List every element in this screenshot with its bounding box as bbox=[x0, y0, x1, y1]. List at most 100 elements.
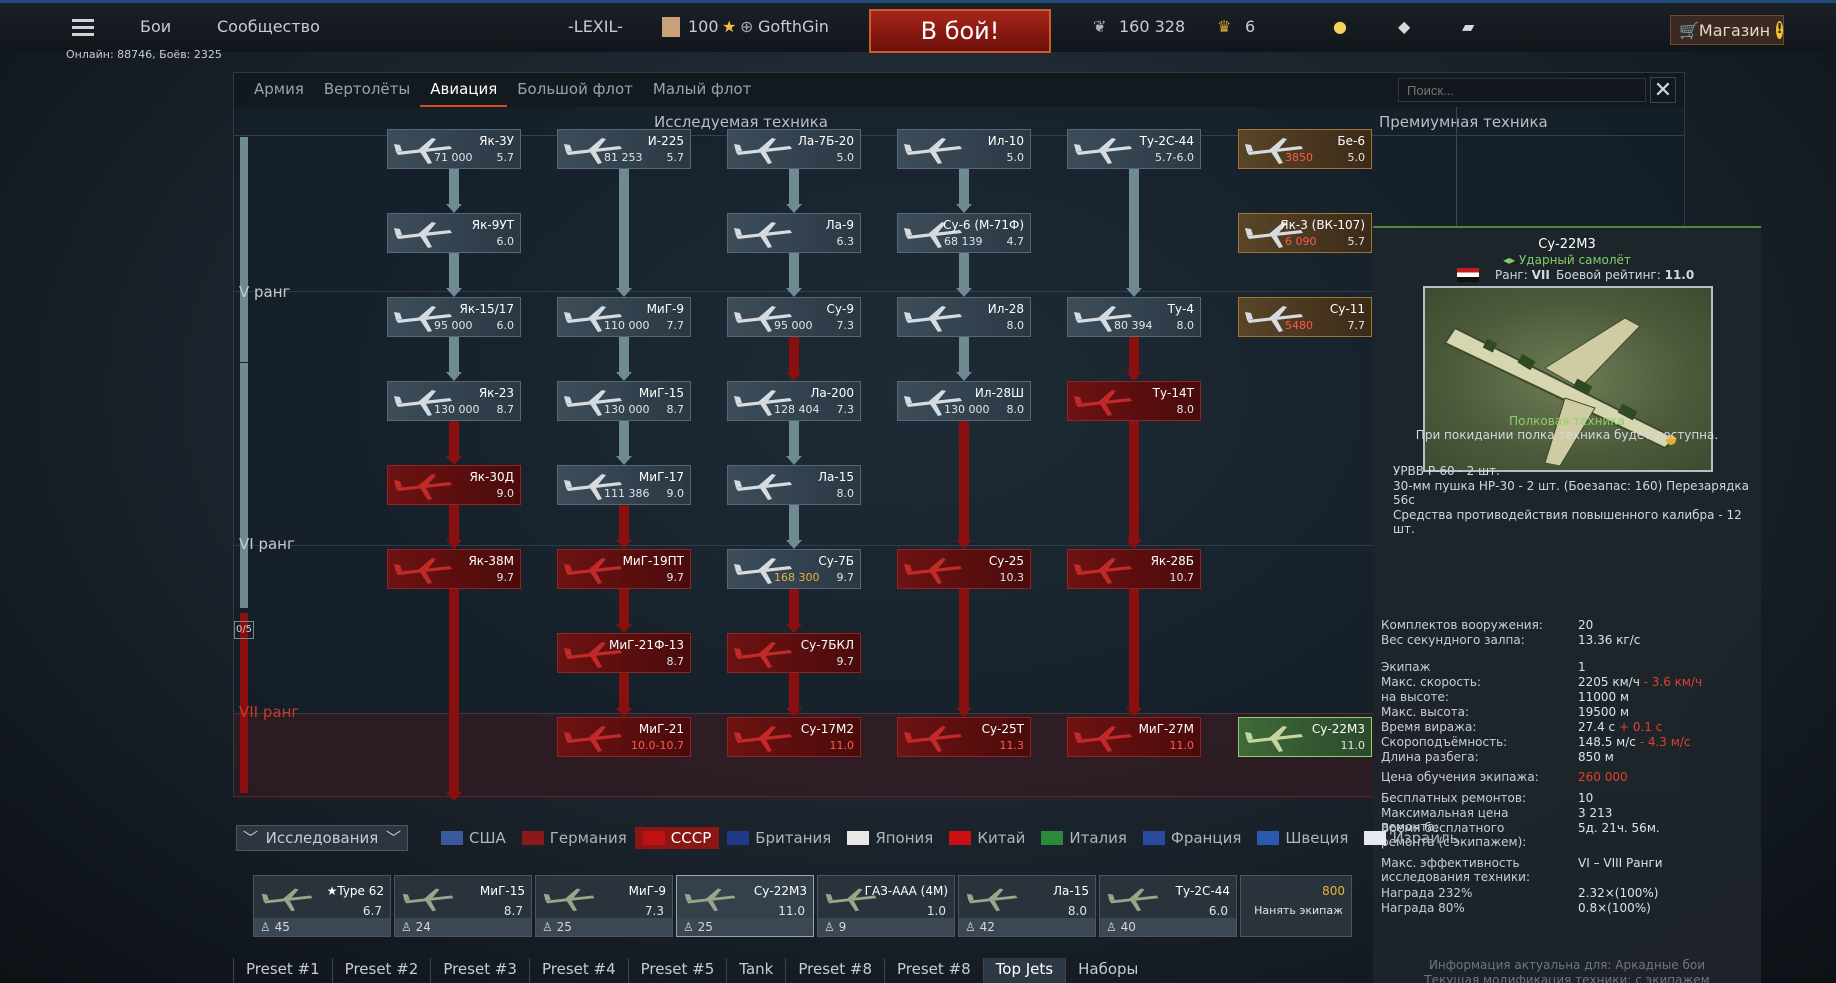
preset-tab[interactable]: Preset #1 bbox=[233, 958, 332, 983]
vehicle-card-il10[interactable]: Ил-10 5.0 bbox=[897, 129, 1031, 169]
avatar[interactable] bbox=[662, 17, 680, 37]
vehicle-card-mig21f13[interactable]: МиГ-21Ф-13 8.7 bbox=[557, 633, 691, 673]
vehicle-card-mig15[interactable]: МиГ-15 130 000 8.7 bbox=[557, 381, 691, 421]
aircraft-icon bbox=[904, 726, 962, 752]
research-toggle-button[interactable]: ﹀ Исследования ﹀ bbox=[236, 825, 408, 851]
hire-crew-slot[interactable]: 800 Нанять экипаж bbox=[1240, 875, 1352, 937]
nation-tab[interactable]: Китай bbox=[941, 827, 1033, 849]
vehicle-card-su9[interactable]: Су-9 95 000 7.3 bbox=[727, 297, 861, 337]
vehicle-card-mig27m[interactable]: МиГ-27М 11.0 bbox=[1067, 717, 1201, 757]
crew-slot[interactable]: Ту-2С-44 6.0 ♙ 40 bbox=[1099, 875, 1237, 937]
diamond-icon[interactable]: ◆ bbox=[1398, 17, 1410, 36]
tab-coastal-fleet[interactable]: Малый флот bbox=[643, 73, 761, 107]
rank-label-vi: VI ранг bbox=[239, 535, 295, 553]
vehicle-card-yak28b[interactable]: Як-28Б 10.7 bbox=[1067, 549, 1201, 589]
nation-tab[interactable]: Франция bbox=[1135, 827, 1249, 849]
shop-button[interactable]: 🛒 Магазин ! bbox=[1670, 15, 1784, 45]
vehicle-card-la200[interactable]: Ла-200 128 404 7.3 bbox=[727, 381, 861, 421]
preset-tab[interactable]: Preset #4 bbox=[528, 958, 628, 983]
to-battle-button[interactable]: В бой! bbox=[869, 9, 1051, 53]
crew-slot[interactable]: Су-22М3 11.0 ♙ 25 bbox=[676, 875, 814, 937]
nation-tab[interactable]: Израиль bbox=[1356, 827, 1466, 849]
hamburger-icon[interactable] bbox=[72, 19, 94, 37]
vehicle-name: Як-9УТ bbox=[471, 218, 514, 232]
aircraft-icon bbox=[1245, 726, 1303, 752]
research-points: 80 394 bbox=[1114, 319, 1153, 332]
vehicle-card-yak3vk[interactable]: Як-3 (ВК-107) 6 090 5.7 bbox=[1238, 213, 1372, 253]
stat-label: Длина разбега: bbox=[1381, 750, 1479, 764]
vehicle-card-mig21[interactable]: МиГ-21 10.0-10.7 bbox=[557, 717, 691, 757]
tab-bluewater-fleet[interactable]: Большой флот bbox=[507, 73, 643, 107]
nation-tab[interactable]: Британия bbox=[719, 827, 839, 849]
vehicle-card-i225[interactable]: И-225 81 253 5.7 bbox=[557, 129, 691, 169]
nation-tab[interactable]: США bbox=[433, 827, 514, 849]
preset-tab[interactable]: Preset #8 bbox=[884, 958, 983, 983]
tab-army[interactable]: Армия bbox=[244, 73, 314, 107]
tab-helicopters[interactable]: Вертолёты bbox=[314, 73, 420, 107]
vehicle-card-su6[interactable]: Су-6 (М-71Ф) 68 139 4.7 bbox=[897, 213, 1031, 253]
crew-slot[interactable]: ★Type 62 6.7 ♙ 45 bbox=[253, 875, 391, 937]
preset-tab[interactable]: Preset #2 bbox=[331, 958, 431, 983]
vehicle-card-mig9[interactable]: МиГ-9 110 000 7.7 bbox=[557, 297, 691, 337]
vehicle-card-su17m2[interactable]: Су-17М2 11.0 bbox=[727, 717, 861, 757]
battles-menu[interactable]: Бои bbox=[140, 17, 171, 36]
nation-label: СССР bbox=[670, 829, 712, 847]
vehicle-card-mig17[interactable]: МиГ-17 111 386 9.0 bbox=[557, 465, 691, 505]
vehicle-card-yak9ut[interactable]: Як-9УТ 6.0 bbox=[387, 213, 521, 253]
vehicle-card-su22m3[interactable]: Су-22М3 11.0 bbox=[1238, 717, 1372, 757]
vehicle-card-yak3u[interactable]: Як-3У 71 000 5.7 bbox=[387, 129, 521, 169]
nation-tab[interactable]: Швеция bbox=[1249, 827, 1356, 849]
tree-arrow-icon bbox=[956, 204, 972, 213]
vehicle-card-su11[interactable]: Су-11 5480 7.7 bbox=[1238, 297, 1372, 337]
crew-icon: ♙ bbox=[401, 920, 416, 934]
close-icon[interactable]: ✕ bbox=[1650, 77, 1676, 103]
crew-slot[interactable]: ГАЗ-ААА (4М) 1.0 ♙ 9 bbox=[817, 875, 955, 937]
vehicle-card-il28sh[interactable]: Ил-28Ш 130 000 8.0 bbox=[897, 381, 1031, 421]
vehicle-card-la15[interactable]: Ла-15 8.0 bbox=[727, 465, 861, 505]
lightbulb-icon[interactable]: ● bbox=[1333, 17, 1347, 36]
nation-tab[interactable]: СССР bbox=[634, 827, 720, 849]
tree-connector bbox=[619, 337, 629, 375]
vehicle-card-yak30d[interactable]: Як-30Д 9.0 bbox=[387, 465, 521, 505]
stat-value: 5д. 21ч. 56м. bbox=[1578, 821, 1660, 835]
crew-slot[interactable]: МиГ-9 7.3 ♙ 25 bbox=[535, 875, 673, 937]
preset-tab[interactable]: Preset #8 bbox=[785, 958, 884, 983]
tree-connector bbox=[1129, 421, 1139, 543]
vehicle-card-tu2s44[interactable]: Ту-2С-44 5.7-6.0 bbox=[1067, 129, 1201, 169]
vehicle-card-yak15[interactable]: Як-15/17 95 000 6.0 bbox=[387, 297, 521, 337]
vehicle-card-tu4[interactable]: Ту-4 80 394 8.0 bbox=[1067, 297, 1201, 337]
crew-slot[interactable]: МиГ-15 8.7 ♙ 24 bbox=[394, 875, 532, 937]
vehicle-card-tu14t[interactable]: Ту-14Т 8.0 bbox=[1067, 381, 1201, 421]
rank-value: VII bbox=[1531, 268, 1550, 282]
vehicle-card-be6[interactable]: Бе-6 3850 5.0 bbox=[1238, 129, 1372, 169]
battle-rating: 9.7 bbox=[836, 655, 855, 668]
vehicle-card-su25[interactable]: Су-25 10.3 bbox=[897, 549, 1031, 589]
flag-icon bbox=[441, 831, 463, 845]
ticket-icon[interactable]: ▰ bbox=[1462, 17, 1474, 36]
vehicle-card-mig19pt[interactable]: МиГ-19ПТ 9.7 bbox=[557, 549, 691, 589]
battle-rating: 10.0-10.7 bbox=[631, 739, 684, 752]
stat-label: Награда 80% bbox=[1381, 901, 1465, 915]
vehicle-card-la7b20[interactable]: Ла-7Б-20 5.0 bbox=[727, 129, 861, 169]
flag-icon bbox=[949, 831, 972, 845]
vehicle-card-su7bkl[interactable]: Су-7БКЛ 9.7 bbox=[727, 633, 861, 673]
vehicle-card-la9[interactable]: Ла-9 6.3 bbox=[727, 213, 861, 253]
preset-tab[interactable]: Top Jets bbox=[982, 958, 1066, 983]
community-menu[interactable]: Сообщество bbox=[217, 17, 320, 36]
vehicle-card-yak38m[interactable]: Як-38М 9.7 bbox=[387, 549, 521, 589]
nation-tab[interactable]: Италия bbox=[1033, 827, 1135, 849]
preset-tab[interactable]: Preset #3 bbox=[430, 958, 529, 983]
vehicle-card-il28[interactable]: Ил-28 8.0 bbox=[897, 297, 1031, 337]
preset-tab[interactable]: Preset #5 bbox=[627, 958, 727, 983]
tab-aviation[interactable]: Авиация bbox=[420, 73, 508, 107]
nation-tab[interactable]: Германия bbox=[514, 827, 635, 849]
crew-slot[interactable]: Ла-15 8.0 ♙ 42 bbox=[958, 875, 1096, 937]
preset-tab[interactable]: Наборы bbox=[1065, 958, 1150, 983]
player-nickname[interactable]: GofthGin bbox=[758, 17, 829, 36]
search-input[interactable] bbox=[1398, 78, 1646, 102]
nation-tab[interactable]: Япония bbox=[839, 827, 941, 849]
vehicle-card-su25t[interactable]: Су-25Т 11.3 bbox=[897, 717, 1031, 757]
vehicle-card-yak23[interactable]: Як-23 130 000 8.7 bbox=[387, 381, 521, 421]
preset-tab[interactable]: Tank bbox=[726, 958, 785, 983]
vehicle-card-su7b[interactable]: Су-7Б 168 300 9.7 bbox=[727, 549, 861, 589]
